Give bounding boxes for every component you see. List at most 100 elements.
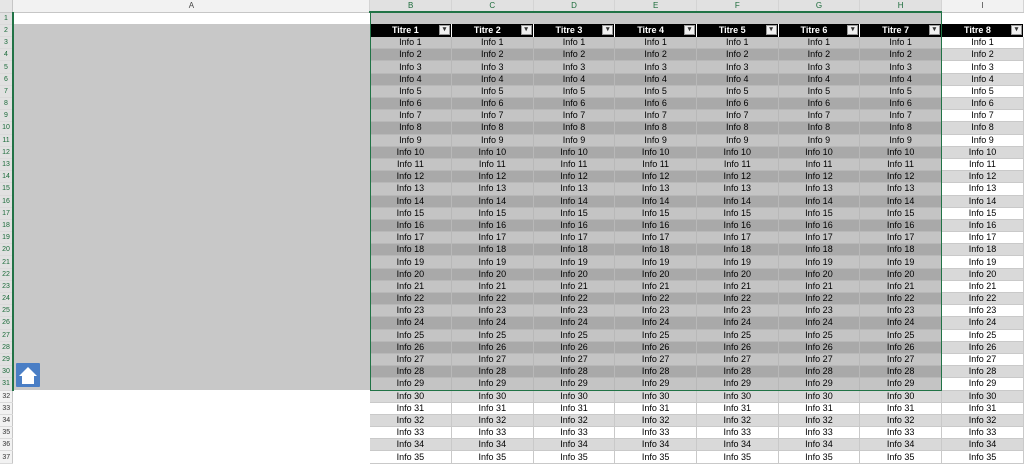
table-cell[interactable]: Info 18 — [614, 243, 697, 257]
table-cell[interactable]: Info 8 — [696, 121, 779, 135]
row-header[interactable]: 13 — [0, 158, 14, 172]
table-cell[interactable]: Info 3 — [778, 60, 861, 74]
table-cell[interactable]: Info 27 — [451, 353, 534, 367]
filter-dropdown-icon[interactable]: ▾ — [928, 25, 940, 36]
table-cell[interactable]: Info 20 — [941, 268, 1024, 281]
table-cell[interactable]: Info 35 — [859, 450, 942, 464]
select-all-corner[interactable] — [0, 0, 14, 13]
filter-dropdown-icon[interactable]: ▾ — [602, 25, 614, 36]
table-cell[interactable]: Info 4 — [696, 73, 779, 86]
table-cell[interactable]: Info 6 — [533, 97, 616, 111]
column-header-a[interactable]: A — [12, 0, 371, 13]
cell-a[interactable] — [12, 121, 370, 135]
table-cell[interactable]: Info 13 — [696, 182, 779, 196]
cell-a[interactable] — [12, 316, 370, 330]
table-cell[interactable]: Info 33 — [533, 426, 616, 440]
table-cell[interactable]: Info 15 — [533, 207, 616, 220]
table-cell[interactable]: Info 35 — [696, 450, 779, 464]
cell-empty[interactable] — [941, 12, 1024, 25]
cell-a[interactable] — [12, 36, 370, 49]
cell-a[interactable] — [12, 353, 370, 366]
table-cell[interactable]: Info 34 — [941, 438, 1024, 452]
table-cell[interactable]: Info 16 — [859, 219, 942, 233]
table-cell[interactable]: Info 19 — [533, 255, 616, 269]
cell-empty[interactable] — [451, 12, 534, 25]
cell-a[interactable] — [12, 97, 370, 110]
table-cell[interactable]: Info 21 — [533, 280, 616, 294]
table-cell[interactable]: Info 25 — [451, 329, 534, 342]
table-cell[interactable]: Info 20 — [696, 268, 779, 281]
table-cell[interactable]: Info 17 — [941, 231, 1024, 245]
table-cell[interactable]: Info 31 — [614, 402, 697, 415]
table-cell[interactable]: Info 32 — [859, 414, 942, 428]
table-cell[interactable]: Info 13 — [859, 182, 942, 196]
table-cell[interactable]: Info 27 — [533, 353, 616, 367]
table-cell[interactable]: Info 3 — [369, 60, 452, 74]
table-cell[interactable]: Info 34 — [369, 438, 452, 452]
table-cell[interactable]: Info 2 — [696, 48, 779, 62]
table-cell[interactable]: Info 2 — [859, 48, 942, 62]
row-header[interactable]: 9 — [0, 109, 14, 123]
table-cell[interactable]: Info 30 — [778, 390, 861, 403]
table-cell[interactable]: Info 11 — [696, 158, 779, 172]
row-header[interactable]: 3 — [0, 36, 14, 50]
table-cell[interactable]: Info 7 — [533, 109, 616, 123]
table-cell[interactable]: Info 19 — [778, 255, 861, 269]
table-cell[interactable]: Info 34 — [696, 438, 779, 452]
table-header-cell[interactable]: Titre 4 ▾ — [614, 24, 697, 37]
table-cell[interactable]: Info 27 — [859, 353, 942, 367]
table-cell[interactable]: Info 29 — [941, 377, 1024, 391]
column-header-i[interactable]: I — [941, 0, 1024, 13]
table-cell[interactable]: Info 29 — [859, 377, 942, 391]
table-cell[interactable]: Info 25 — [859, 329, 942, 342]
table-cell[interactable]: Info 21 — [941, 280, 1024, 294]
cell-a[interactable] — [12, 48, 370, 61]
table-cell[interactable]: Info 30 — [859, 390, 942, 403]
row-header[interactable]: 35 — [0, 426, 14, 440]
cell-a[interactable] — [12, 426, 370, 439]
table-cell[interactable]: Info 3 — [533, 60, 616, 74]
table-header-cell[interactable]: Titre 5 ▾ — [696, 24, 779, 37]
table-cell[interactable]: Info 32 — [369, 414, 452, 428]
table-cell[interactable]: Info 27 — [369, 353, 452, 367]
table-cell[interactable]: Info 15 — [369, 207, 452, 220]
table-cell[interactable]: Info 4 — [859, 73, 942, 86]
table-cell[interactable]: Info 34 — [778, 438, 861, 452]
row-header[interactable]: 6 — [0, 73, 14, 86]
column-header-h[interactable]: H — [859, 0, 942, 14]
table-cell[interactable]: Info 10 — [941, 146, 1024, 159]
table-cell[interactable]: Info 11 — [614, 158, 697, 172]
table-cell[interactable]: Info 35 — [778, 450, 861, 464]
table-cell[interactable]: Info 35 — [941, 450, 1024, 464]
table-cell[interactable]: Info 1 — [859, 36, 942, 50]
table-cell[interactable]: Info 32 — [778, 414, 861, 428]
table-cell[interactable]: Info 23 — [859, 304, 942, 318]
column-header-f[interactable]: F — [696, 0, 779, 14]
table-cell[interactable]: Info 18 — [369, 243, 452, 257]
table-cell[interactable]: Info 22 — [696, 292, 779, 306]
table-cell[interactable]: Info 5 — [859, 85, 942, 99]
table-cell[interactable]: Info 4 — [369, 73, 452, 86]
cell-empty[interactable] — [533, 12, 615, 25]
table-cell[interactable]: Info 28 — [614, 365, 697, 379]
table-cell[interactable]: Info 11 — [451, 158, 534, 172]
row-header[interactable]: 28 — [0, 341, 14, 354]
table-cell[interactable]: Info 15 — [451, 207, 534, 220]
table-cell[interactable]: Info 4 — [778, 73, 861, 86]
cell-a[interactable] — [12, 60, 370, 74]
table-cell[interactable]: Info 18 — [778, 243, 861, 257]
table-header-cell[interactable]: Titre 8 ▾ — [941, 24, 1024, 37]
table-cell[interactable]: Info 33 — [941, 426, 1024, 440]
table-cell[interactable]: Info 16 — [451, 219, 534, 233]
table-cell[interactable]: Info 3 — [614, 60, 697, 74]
cell-a[interactable] — [12, 243, 370, 256]
table-cell[interactable]: Info 33 — [451, 426, 534, 440]
cell-a[interactable] — [12, 158, 370, 171]
table-cell[interactable]: Info 11 — [859, 158, 942, 172]
filter-dropdown-icon[interactable]: ▾ — [847, 25, 859, 36]
table-cell[interactable]: Info 24 — [859, 316, 942, 330]
cell-a[interactable] — [12, 219, 370, 232]
row-header[interactable]: 26 — [0, 316, 14, 330]
table-cell[interactable]: Info 24 — [369, 316, 452, 330]
table-cell[interactable]: Info 13 — [778, 182, 861, 196]
